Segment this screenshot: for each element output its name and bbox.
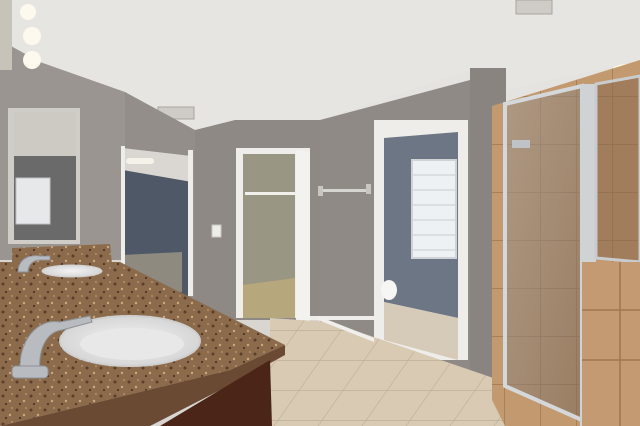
- shower-curb: [582, 262, 640, 426]
- ceiling-vent-right: [515, 0, 553, 15]
- bathroom-photo: [0, 0, 640, 426]
- vanity-light-fixture: [0, 0, 12, 70]
- shower-head: [512, 140, 530, 148]
- shower-glass-panel: [594, 74, 640, 264]
- light-switch: [211, 224, 222, 238]
- towel-bar: [318, 189, 370, 192]
- toilet: [381, 280, 397, 300]
- sink-far: [41, 264, 103, 278]
- closet-door: [296, 150, 310, 330]
- ceiling-fan: [126, 158, 154, 164]
- closet-rod: [245, 192, 295, 195]
